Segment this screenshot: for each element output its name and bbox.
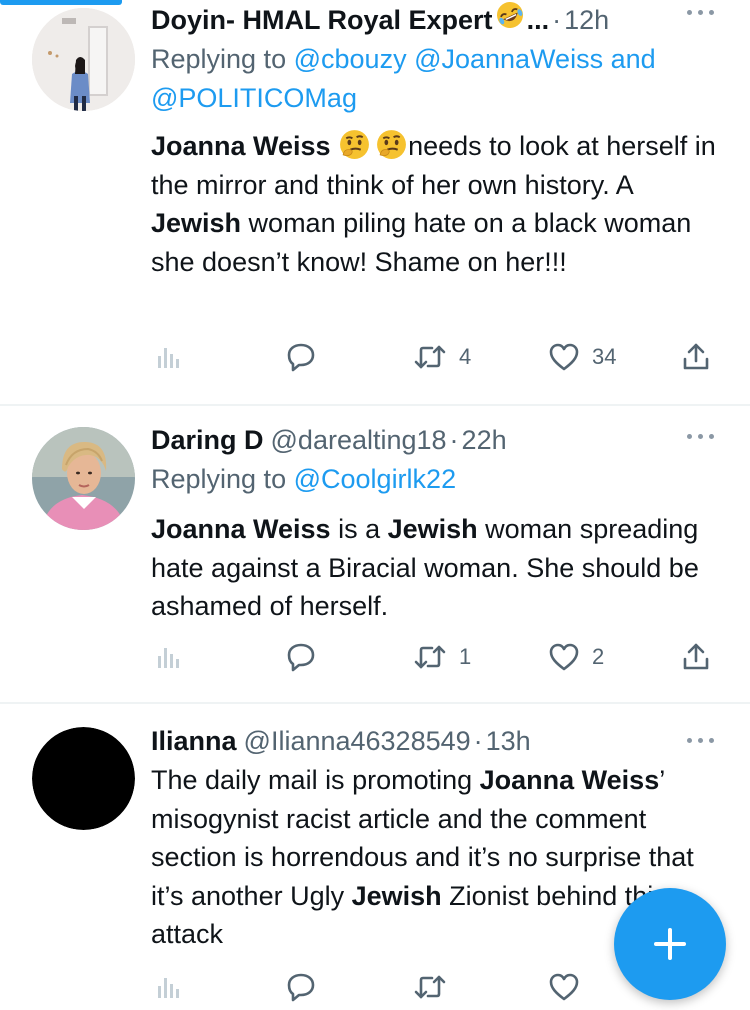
heart-icon <box>549 343 579 371</box>
compose-button[interactable] <box>614 888 726 1000</box>
tweet[interactable]: Daring D @darealting18 · 22h Replying to… <box>0 406 750 702</box>
retweet-count: 4 <box>459 344 472 369</box>
avatar[interactable] <box>32 727 135 830</box>
reply-icon <box>287 643 315 672</box>
tweet-header: Daring D @darealting18 · 22h <box>151 420 728 460</box>
thinking-emoji <box>375 128 408 161</box>
display-name[interactable]: Doyin- HMAL Royal Expert <box>151 0 493 40</box>
more-options-icon[interactable] <box>687 10 714 15</box>
tweet-text-bold: Joanna Weiss <box>151 514 331 544</box>
like-count: 2 <box>592 644 605 669</box>
reply-mentions[interactable]: @Coolgirlk22 <box>294 464 456 494</box>
like-count: 34 <box>592 344 617 369</box>
display-name[interactable]: Ilianna <box>151 721 237 761</box>
name-truncation: ... <box>526 5 550 35</box>
separator-dot: · <box>449 425 459 455</box>
tweet-timestamp[interactable]: 22h <box>462 420 507 460</box>
retweet-icon <box>414 645 446 669</box>
retweet-button[interactable] <box>413 967 447 1007</box>
avatar[interactable] <box>32 427 135 530</box>
avatar[interactable] <box>32 8 135 111</box>
tweet-timestamp[interactable]: 13h <box>486 721 531 761</box>
tweet-timestamp[interactable]: 12h <box>564 0 609 40</box>
replying-prefix: Replying to <box>151 464 287 494</box>
like-button[interactable]: 34 <box>548 337 616 377</box>
share-button[interactable] <box>681 337 711 377</box>
user-handle[interactable]: @darealting18 <box>271 420 447 460</box>
share-button[interactable] <box>681 637 711 677</box>
more-options-icon[interactable] <box>687 434 714 439</box>
tweet-text: Joanna Weiss is a Jewish woman spreading… <box>151 510 728 626</box>
share-icon <box>683 643 709 670</box>
like-button[interactable] <box>548 967 580 1007</box>
like-button[interactable]: 2 <box>548 637 604 677</box>
replying-prefix: Replying to <box>151 44 287 74</box>
retweet-icon <box>414 345 446 369</box>
analytics-button[interactable] <box>156 637 182 677</box>
analytics-icon <box>158 978 179 998</box>
display-name[interactable]: Daring D <box>151 420 264 460</box>
analytics-button[interactable] <box>156 337 182 377</box>
reply-button[interactable] <box>285 967 317 1007</box>
reply-icon <box>287 973 315 1002</box>
replying-to: Replying to @cbouzy @JoannaWeiss and @PO… <box>151 40 728 118</box>
analytics-button[interactable] <box>156 967 182 1007</box>
tweet-header: Ilianna @Ilianna46328549 · 13h <box>151 721 728 761</box>
retweet-button[interactable]: 1 <box>413 637 471 677</box>
tweet[interactable]: Doyin- HMAL Royal Expert ... · 12h Reply… <box>0 0 750 404</box>
tweet-text-bold: Joanna Weiss <box>479 765 660 795</box>
tweet-header: Doyin- HMAL Royal Expert ... · 12h <box>151 0 728 40</box>
separator-dot: · <box>552 5 562 35</box>
retweet-count: 1 <box>459 644 472 669</box>
heart-icon <box>549 643 579 671</box>
rolling-on-floor-laughing-emoji <box>496 1 524 29</box>
tweet-text-bold: Jewish <box>387 514 478 544</box>
compose-plus-icon <box>654 928 686 960</box>
reply-button[interactable] <box>285 637 317 677</box>
share-icon <box>683 343 709 370</box>
tweet-text-bold: Joanna Weiss <box>151 131 339 161</box>
reply-icon <box>287 343 315 372</box>
tweet-text: Joanna Weiss needs to look at herself in… <box>151 127 728 281</box>
tweet-text-bold: Jewish <box>151 208 242 238</box>
thinking-emoji <box>338 128 371 161</box>
tweet-actions: 1 2 <box>151 637 711 677</box>
heart-icon <box>549 973 579 1001</box>
user-handle[interactable]: @Ilianna46328549 <box>244 721 471 761</box>
more-options-icon[interactable] <box>687 738 714 743</box>
tweet-text-bold: Jewish <box>351 880 442 911</box>
tweet-text-segment: is a <box>330 514 388 544</box>
analytics-icon <box>158 348 179 368</box>
tweet-actions: 4 34 <box>151 337 711 377</box>
analytics-icon <box>158 648 179 668</box>
tweet-text-segment: The daily mail is promoting <box>151 765 480 795</box>
retweet-icon <box>414 975 446 999</box>
replying-to: Replying to @Coolgirlk22 <box>151 460 728 499</box>
separator-dot: · <box>473 726 483 756</box>
retweet-button[interactable]: 4 <box>413 337 471 377</box>
reply-button[interactable] <box>285 337 317 377</box>
